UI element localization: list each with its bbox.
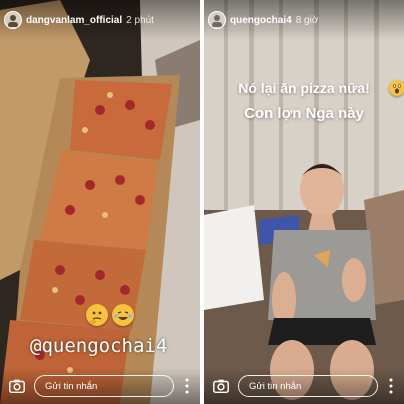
more-options-icon[interactable]: [384, 375, 398, 397]
username[interactable]: quengochai4: [230, 15, 292, 26]
camera-icon[interactable]: [6, 375, 28, 397]
screaming-face-icon: [389, 80, 404, 96]
story-panel-right[interactable]: quengochai4 8 giờ Nó lại ăn pizza nữa! C…: [204, 0, 404, 404]
story-footer: Gửi tin nhắn: [204, 368, 404, 404]
caption-line-1: Nó lại ăn pizza nữa!: [238, 80, 370, 96]
reply-input[interactable]: Gửi tin nhắn: [238, 375, 378, 397]
man-eating-pizza-photo: [204, 0, 404, 404]
avatar[interactable]: [208, 11, 226, 29]
timestamp: 8 giờ: [295, 14, 319, 26]
story-header: dangvanlam_official 2 phút: [0, 0, 200, 40]
story-footer: Gửi tin nhắn: [0, 368, 200, 404]
rolling-laughing-face-icon: [112, 304, 134, 326]
username[interactable]: dangvanlam_official: [26, 15, 122, 26]
story-panel-left[interactable]: dangvanlam_official 2 phút @quengochai4 …: [0, 0, 200, 404]
more-options-icon[interactable]: [180, 375, 194, 397]
timestamp: 2 phút: [126, 14, 154, 26]
reply-input[interactable]: Gửi tin nhắn: [34, 375, 174, 397]
story-header: quengochai4 8 giờ: [204, 0, 404, 40]
avatar[interactable]: [4, 11, 22, 29]
camera-icon[interactable]: [210, 375, 232, 397]
thinking-face-icon: [86, 304, 108, 326]
mention-sticker[interactable]: @quengochai4: [30, 335, 167, 357]
caption-line-2: Con lợn Nga này: [244, 105, 364, 122]
